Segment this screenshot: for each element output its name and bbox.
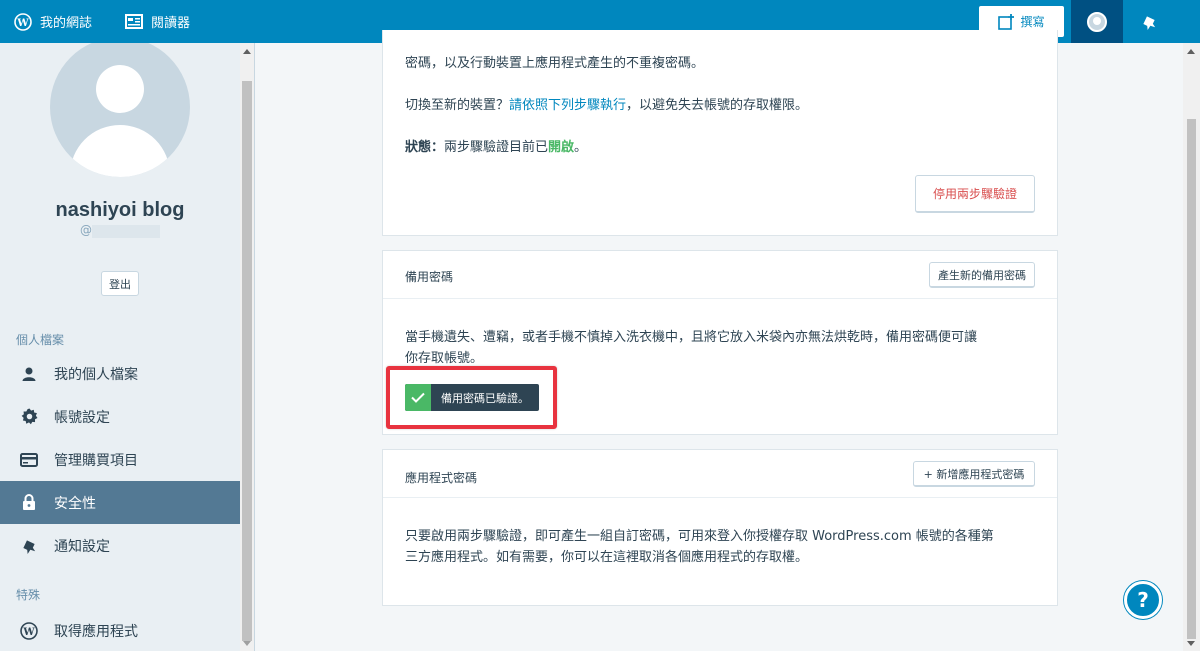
reader-label: 閱讀器 [151,16,191,31]
app-passwords-card: 應用程式密碼 + 新增應用程式密碼 只要啟用兩步驟驗證，即可產生一組自訂密碼，可… [382,449,1058,606]
backup-codes-title: 備用密碼 [405,270,454,284]
sidebar-item-label: 管理購買項目 [54,452,138,469]
sidebar-item-label: 安全性 [54,495,96,512]
sidebar-item-notifications[interactable]: 通知設定 [0,524,240,567]
main-scrollbar[interactable] [1183,43,1200,651]
app-passwords-description-1: 只要啟用兩步驟驗證，即可產生一組自訂密碼，可用來登入你授權存取 WordPres… [405,529,994,544]
sidebar-item-label: 帳號設定 [54,409,110,426]
status-label: 狀態： [405,140,445,155]
svg-text:W: W [22,627,35,638]
my-sites-label: 我的網誌 [40,16,93,31]
switch-device-text: 切換至新的裝置？請依照下列步驟執行，以避免失去帳號的存取權限。 [405,98,809,113]
section-heading-special: 特殊 [16,588,41,602]
status-value: 開啟 [548,140,575,155]
write-label: 撰寫 [1020,15,1045,29]
backup-codes-description-1: 當手機遺失、遭竊，或者手機不慎掉入洗衣機中，且將它放入米袋內亦無法烘乾時，備用密… [405,330,978,345]
person-icon [20,365,38,383]
lock-icon [20,494,38,512]
redacted-handle [92,225,160,238]
two-step-status: 狀態：兩步驟驗證目前已開啟。 [405,140,588,155]
backup-codes-description-2: 你存取帳號。 [405,351,484,366]
add-app-password-button[interactable]: + 新增應用程式密碼 [913,461,1035,487]
svg-text:W: W [16,18,29,29]
two-step-card: 密碼，以及行動裝置上應用程式產生的不重複密碼。 切換至新的裝置？請依照下列步驟執… [382,30,1058,236]
write-icon [998,13,1015,30]
highlight-frame [386,366,557,429]
credit-card-icon [20,451,38,469]
generate-backup-codes-button[interactable]: 產生新的備用密碼 [929,262,1035,288]
two-step-description: 密碼，以及行動裝置上應用程式產生的不重複密碼。 [405,56,705,71]
sidebar-item-label: 通知設定 [54,538,110,555]
sidebar-item-purchases[interactable]: 管理購買項目 [0,438,240,481]
app-passwords-title: 應用程式密碼 [405,471,478,485]
profile-avatar-button[interactable] [1071,0,1123,43]
bell-icon [20,537,38,555]
blog-handle: @ [80,223,92,237]
switch-device-link[interactable]: 請依照下列步驟執行 [509,98,626,113]
profile-avatar [50,43,190,177]
logout-button[interactable]: 登出 [101,271,139,296]
avatar [1087,11,1107,32]
sidebar-item-label: 我的個人檔案 [54,366,138,383]
sidebar-item-get-apps[interactable]: W 取得應用程式 [0,609,240,651]
sidebar: nashiyoi blog @ 登出 個人檔案 我的個人檔案 帳號設定 管理購買… [0,43,255,651]
app-passwords-description-2: 三方應用程式。如有需要，你可以在這裡取消各個應用程式的存取權。 [405,550,809,565]
backup-codes-header: 備用密碼 產生新的備用密碼 [383,251,1057,299]
sidebar-item-label: 取得應用程式 [54,623,138,640]
sidebar-scrollbar[interactable] [240,43,254,651]
bell-icon [1143,15,1156,30]
gear-icon [20,408,38,426]
blog-name: nashiyoi blog [55,199,185,221]
reader-link[interactable]: 閱讀器 [125,0,190,43]
section-heading-profile: 個人檔案 [16,333,65,347]
notifications-button[interactable] [1123,0,1175,43]
disable-two-step-button[interactable]: 停用兩步驟驗證 [915,175,1035,213]
wordpress-icon: W [20,621,38,640]
wordpress-icon: W [14,12,32,31]
sidebar-item-my-profile[interactable]: 我的個人檔案 [0,352,240,395]
help-button[interactable]: ? [1124,581,1162,619]
sidebar-item-account-settings[interactable]: 帳號設定 [0,395,240,438]
my-sites-link[interactable]: W 我的網誌 [14,0,92,43]
app-passwords-header: 應用程式密碼 + 新增應用程式密碼 [383,450,1057,498]
reader-icon [125,14,143,29]
sidebar-item-security[interactable]: 安全性 [0,481,240,524]
help-icon: ? [1137,588,1149,612]
